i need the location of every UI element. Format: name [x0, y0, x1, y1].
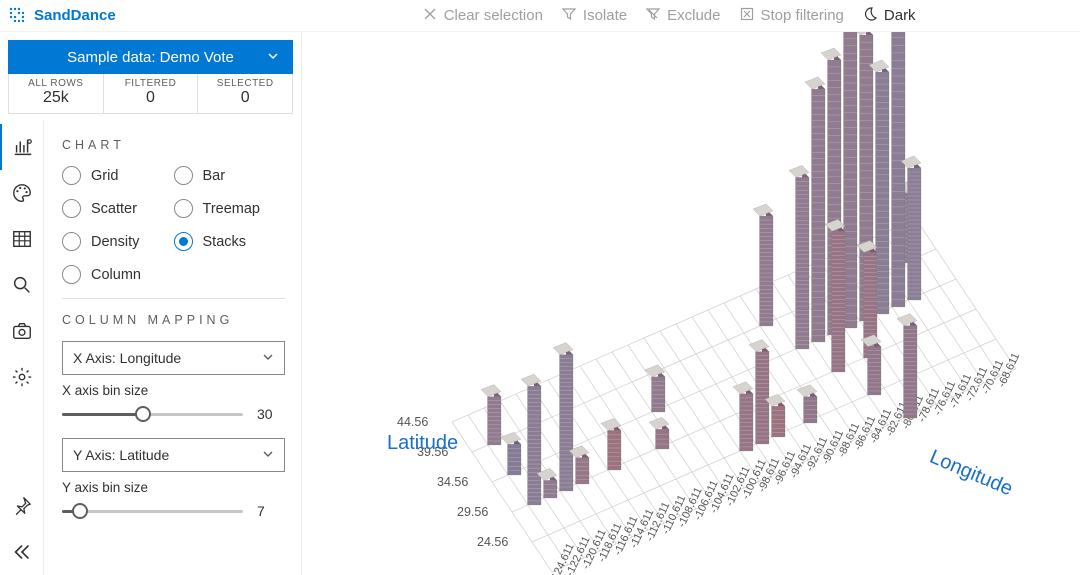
dark-mode-button[interactable]: Dark — [862, 6, 916, 26]
chart-type-label: Column — [91, 267, 141, 283]
chart-type-bar[interactable]: Bar — [174, 166, 286, 185]
chart-type-group: Grid Bar Scatter Treemap Density Stacks Column — [62, 166, 285, 284]
stop-icon — [739, 6, 755, 26]
chart-section-title: CHART — [62, 138, 285, 152]
filter-icon — [561, 6, 577, 26]
chart-type-density[interactable]: Density — [62, 232, 174, 251]
rail-chart[interactable] — [0, 124, 44, 170]
x-bin-label: X axis bin size — [62, 383, 285, 398]
y-bin-label: Y axis bin size — [62, 480, 285, 495]
x-bin-value: 30 — [257, 406, 285, 422]
stat-selected-value: 0 — [198, 89, 292, 107]
rail-color[interactable] — [0, 170, 44, 216]
stat-filtered: FILTERED 0 — [104, 74, 199, 113]
x-axis-dropdown[interactable]: X Axis: Longitude — [62, 341, 285, 375]
left-column: Sample data: Demo Vote ALL ROWS 25k FILT… — [0, 32, 302, 575]
stat-selected: SELECTED 0 — [198, 74, 292, 113]
data-source-dropdown[interactable]: Sample data: Demo Vote — [8, 40, 293, 74]
visualization-canvas[interactable]: 44.5639.5634.5629.5624.56-124.611-122.61… — [302, 32, 1080, 575]
stat-all-rows-value: 25k — [9, 89, 103, 107]
close-icon — [422, 6, 438, 26]
chart-type-treemap[interactable]: Treemap — [174, 199, 286, 218]
chart-type-scatter[interactable]: Scatter — [62, 199, 174, 218]
exclude-button[interactable]: Exclude — [645, 6, 720, 26]
chart-type-label: Treemap — [203, 201, 260, 217]
rail-search[interactable] — [0, 262, 44, 308]
chart-type-label: Stacks — [203, 234, 247, 250]
y-axis-value: Y Axis: Latitude — [73, 447, 169, 463]
isolate-label: Isolate — [583, 7, 627, 24]
filter-out-icon — [645, 6, 661, 26]
chart-type-stacks[interactable]: Stacks — [174, 232, 286, 251]
svg-text:29.56: 29.56 — [457, 505, 488, 519]
rail-data[interactable] — [0, 216, 44, 262]
dark-label: Dark — [884, 7, 916, 24]
chart-type-label: Scatter — [91, 201, 137, 217]
sanddance-icon — [8, 6, 28, 26]
radio-icon — [62, 166, 81, 185]
stop-filtering-button[interactable]: Stop filtering — [739, 6, 844, 26]
rail-snapshot[interactable] — [0, 308, 44, 354]
svg-text:24.56: 24.56 — [477, 535, 508, 549]
clear-selection-button[interactable]: Clear selection — [422, 6, 543, 26]
radio-icon — [174, 166, 193, 185]
panel-divider — [62, 298, 285, 299]
svg-text:34.56: 34.56 — [437, 475, 468, 489]
isolate-button[interactable]: Isolate — [561, 6, 627, 26]
app-name: SandDance — [34, 7, 116, 24]
chart-type-grid[interactable]: Grid — [62, 166, 174, 185]
stat-selected-label: SELECTED — [198, 78, 292, 89]
exclude-label: Exclude — [667, 7, 720, 24]
svg-text:44.56: 44.56 — [397, 415, 428, 429]
data-source-label: Sample data: Demo Vote — [67, 49, 234, 66]
rail-collapse[interactable] — [0, 529, 44, 575]
radio-icon — [174, 199, 193, 218]
chevron-down-icon — [262, 350, 274, 366]
stat-all-rows-label: ALL ROWS — [9, 78, 103, 89]
clear-selection-label: Clear selection — [444, 7, 543, 24]
x-bin-slider[interactable] — [62, 404, 243, 424]
radio-icon — [62, 232, 81, 251]
app-logo: SandDance — [8, 6, 116, 26]
rail-settings[interactable] — [0, 354, 44, 400]
stat-all-rows: ALL ROWS 25k — [9, 74, 104, 113]
radio-icon — [174, 232, 193, 251]
rail-pin[interactable] — [0, 483, 44, 529]
stats-row: ALL ROWS 25k FILTERED 0 SELECTED 0 — [8, 74, 293, 114]
stop-filtering-label: Stop filtering — [761, 7, 844, 24]
chart-type-label: Grid — [91, 168, 118, 184]
y-axis-dropdown[interactable]: Y Axis: Latitude — [62, 438, 285, 472]
chart-type-label: Density — [91, 234, 139, 250]
chart-type-label: Bar — [203, 168, 226, 184]
y-bin-slider[interactable] — [62, 501, 243, 521]
mapping-section-title: COLUMN MAPPING — [62, 313, 285, 327]
y-bin-value: 7 — [257, 503, 285, 519]
radio-icon — [62, 199, 81, 218]
chart-panel: CHART Grid Bar Scatter Treemap Density Stacks… — [44, 120, 301, 575]
chart-type-column[interactable]: Column — [62, 265, 174, 284]
moon-icon — [862, 6, 878, 26]
stat-filtered-label: FILTERED — [104, 78, 198, 89]
radio-icon — [62, 265, 81, 284]
topbar: SandDance Clear selection Isolate Exclud… — [0, 0, 1080, 32]
chevron-down-icon — [262, 447, 274, 463]
side-rail — [0, 120, 44, 575]
chevron-down-icon — [267, 49, 279, 66]
stat-filtered-value: 0 — [104, 89, 198, 107]
y-axis-title: Latitude — [387, 432, 458, 455]
x-axis-value: X Axis: Longitude — [73, 350, 181, 366]
